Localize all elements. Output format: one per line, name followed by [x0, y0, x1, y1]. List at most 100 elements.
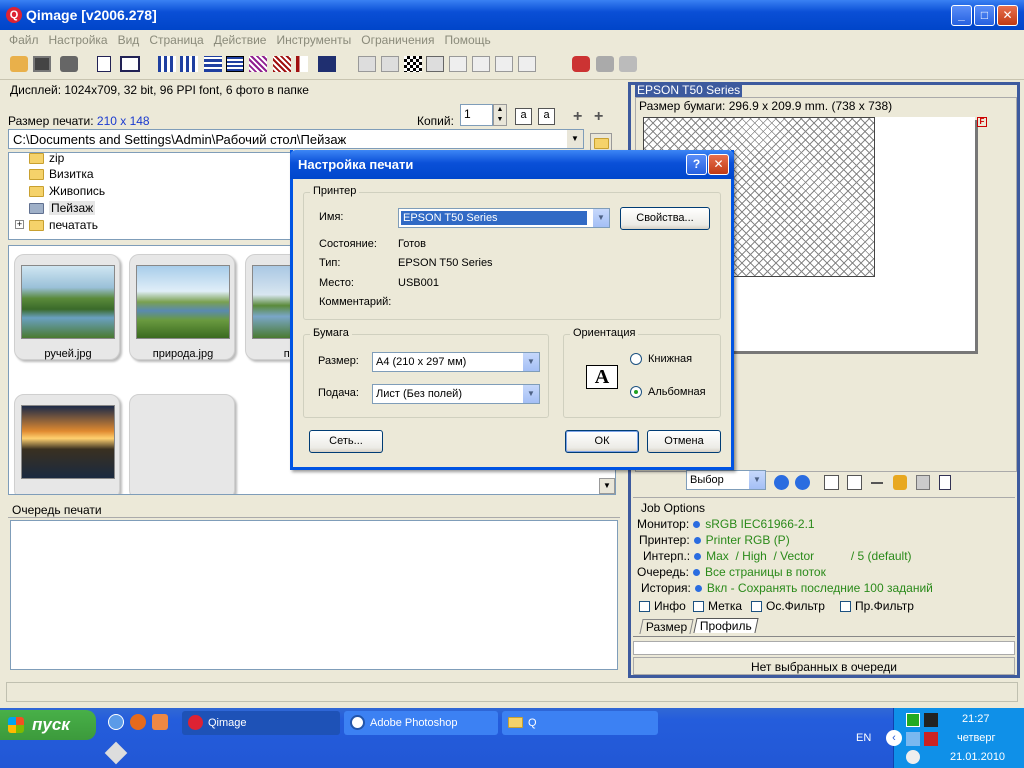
stop-print-icon[interactable]	[619, 56, 637, 72]
portrait-label[interactable]: Книжная	[648, 353, 692, 365]
grid-6-icon[interactable]	[249, 56, 267, 72]
search-page-icon[interactable]	[916, 475, 930, 490]
blank-page-icon[interactable]	[939, 475, 951, 490]
tree-item-vizitka[interactable]: Визитка	[29, 167, 94, 181]
page-layout-icon[interactable]	[120, 56, 140, 72]
tray-monitor-icon[interactable]	[924, 713, 938, 727]
checkbox-icon[interactable]	[840, 601, 851, 613]
tree-item-zip[interactable]: zip	[29, 153, 64, 165]
thumbnail-empty[interactable]	[129, 394, 235, 494]
task-photoshop[interactable]: Adobe Photoshop	[344, 711, 498, 735]
grid-3-icon[interactable]	[180, 56, 198, 72]
grid-5-icon[interactable]	[226, 56, 244, 72]
menu-tools[interactable]: Инструменты	[271, 30, 356, 47]
font-a-icon[interactable]: a	[515, 108, 532, 125]
portrait-radio[interactable]	[630, 353, 642, 365]
print-icon[interactable]	[572, 56, 590, 72]
menu-view[interactable]: Вид	[113, 30, 145, 47]
zoom-a-icon[interactable]	[824, 475, 839, 490]
copies-spinner[interactable]: ▲ ▼	[493, 104, 507, 126]
flag-icon[interactable]: F	[977, 117, 987, 127]
dialog-title-bar[interactable]: Настройка печати ? ✕	[290, 150, 734, 179]
camera-icon[interactable]	[60, 56, 78, 72]
grid-4-icon[interactable]	[204, 56, 222, 72]
checker-icon[interactable]	[404, 56, 422, 72]
menu-limits[interactable]: Ограничения	[356, 30, 439, 47]
tray-antivirus-icon[interactable]	[924, 732, 938, 746]
menu-settings[interactable]: Настройка	[44, 30, 113, 47]
minimize-button[interactable]: _	[951, 5, 972, 26]
grid-7-icon[interactable]	[273, 56, 291, 72]
next-icon[interactable]	[795, 475, 810, 490]
menu-action[interactable]: Действие	[209, 30, 272, 47]
crop-icon[interactable]	[296, 56, 308, 72]
paper-size-dropdown-icon[interactable]: ▼	[522, 353, 539, 371]
thumbnail[interactable]: природа.jpg	[129, 254, 235, 360]
browse-folder-icon[interactable]	[590, 133, 612, 151]
clock-time[interactable]: 21:27	[962, 713, 990, 725]
start-button[interactable]: пуск	[0, 710, 96, 740]
lock-icon[interactable]	[893, 475, 907, 490]
tray-app-icon[interactable]	[906, 713, 920, 727]
checkbox-pr-filter[interactable]: Пр.Фильтр	[840, 599, 914, 613]
page-icon[interactable]	[97, 56, 111, 72]
paper-source-combo[interactable]: Лист (Без полей) ▼	[372, 384, 540, 404]
printer-name-combo[interactable]: EPSON T50 Series ▼	[398, 208, 610, 228]
print-size-value[interactable]: 210 x 148	[97, 114, 150, 128]
option-queue[interactable]: Очередь: Все страницы в поток	[637, 565, 826, 579]
paper-source-dropdown-icon[interactable]: ▼	[522, 385, 539, 403]
network-button[interactable]: Сеть...	[309, 430, 383, 453]
ok-button[interactable]: ОК	[565, 430, 639, 453]
tree-item-peyzazh[interactable]: Пейзаж	[29, 201, 96, 215]
dialog-close-button[interactable]: ✕	[708, 154, 729, 175]
option-printer[interactable]: Принтер: Printer RGB (P)	[639, 533, 790, 547]
option-history[interactable]: История: Вкл - Сохранять последние 100 за…	[641, 581, 933, 595]
tool-launch-icon[interactable]	[104, 741, 128, 765]
option-interp[interactable]: Интерп.: Max / High / Vector / 5 (default…	[643, 549, 912, 563]
select-combo[interactable]: Выбор ▼	[686, 470, 766, 490]
paper-size-combo[interactable]: A4 (210 x 297 мм) ▼	[372, 352, 540, 372]
select-dropdown-icon[interactable]: ▼	[748, 471, 765, 489]
thumbnail[interactable]	[14, 394, 120, 494]
grid-2-icon[interactable]	[158, 56, 176, 72]
firefox-icon[interactable]	[130, 714, 146, 730]
tool-f-icon[interactable]	[518, 56, 536, 72]
tray-sound-icon[interactable]	[906, 750, 920, 764]
landscape-label[interactable]: Альбомная	[648, 386, 706, 398]
cancel-button[interactable]: Отмена	[647, 430, 721, 453]
properties-button[interactable]: Свойства...	[620, 207, 710, 230]
path-dropdown-icon[interactable]: ▼	[567, 130, 583, 148]
minus-icon[interactable]	[871, 482, 883, 484]
fill-icon[interactable]	[318, 56, 336, 72]
tool-b-icon[interactable]	[381, 56, 399, 72]
task-qimage[interactable]: Qimage	[182, 711, 340, 735]
quicklaunch-icon[interactable]	[152, 714, 168, 730]
close-button[interactable]: ✕	[997, 5, 1018, 26]
tray-network-icon[interactable]	[906, 732, 920, 746]
checkbox-os-filter[interactable]: Ос.Фильтр	[751, 599, 825, 613]
menu-help[interactable]: Помощь	[439, 30, 495, 47]
help-button[interactable]: ?	[686, 154, 707, 175]
thumbnail[interactable]: ручей.jpg	[14, 254, 120, 360]
add-icon[interactable]: +	[573, 108, 582, 126]
menu-file[interactable]: Файл	[4, 30, 44, 47]
language-indicator[interactable]: EN	[856, 732, 871, 744]
add-multi-icon[interactable]: +	[594, 108, 603, 126]
printer-icon[interactable]	[596, 56, 614, 72]
tab-profile[interactable]: Профиль	[693, 618, 759, 633]
prev-icon[interactable]	[774, 475, 789, 490]
path-combo[interactable]: C:\Documents and Settings\Admin\Рабочий …	[8, 129, 584, 149]
checkbox-mark[interactable]: Метка	[693, 599, 742, 613]
save-icon[interactable]	[33, 56, 51, 72]
tray-expand-icon[interactable]: ‹	[886, 730, 902, 746]
title-bar[interactable]: Q Qimage [v2006.278] _ □ ✕	[0, 0, 1024, 30]
checkbox-info[interactable]: Инфо	[639, 599, 686, 613]
tool-e-icon[interactable]	[495, 56, 513, 72]
checkbox-icon[interactable]	[693, 601, 704, 613]
tool-a-icon[interactable]	[358, 56, 376, 72]
tool-c-icon[interactable]	[449, 56, 467, 72]
copies-input[interactable]: 1	[460, 104, 493, 126]
film-icon[interactable]	[426, 56, 444, 72]
thumbnail-scroll-down-icon[interactable]: ▼	[599, 478, 615, 494]
tree-item-zhivopis[interactable]: Живопись	[29, 184, 105, 198]
